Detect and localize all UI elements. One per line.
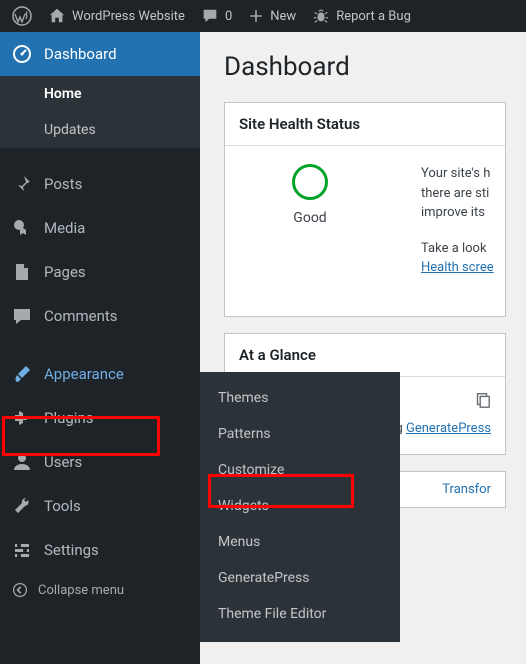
wp-logo[interactable] (4, 0, 40, 32)
flyout-themes[interactable]: Themes (200, 380, 400, 416)
media-icon (12, 218, 32, 238)
health-circle-icon (292, 164, 328, 200)
health-text: Your site's h there are sti improve its … (421, 164, 494, 294)
menu-label: Tools (44, 497, 81, 515)
theme-link[interactable]: GeneratePress (406, 421, 491, 436)
menu-label: Appearance (44, 365, 124, 383)
site-health-panel: Site Health Status Good Your site's h th… (224, 102, 506, 317)
report-label: Report a Bug (336, 9, 411, 24)
wrench-icon (12, 496, 32, 516)
panel-title: Site Health Status (225, 103, 505, 146)
flyout-theme-file-editor[interactable]: Theme File Editor (200, 596, 400, 632)
flyout-generatepress[interactable]: GeneratePress (200, 560, 400, 596)
menu-label: Pages (44, 263, 86, 281)
menu-label: Users (44, 453, 82, 471)
menu-label: Settings (44, 541, 99, 559)
menu-label: Dashboard (44, 45, 117, 63)
page-title: Dashboard (224, 52, 506, 82)
menu-comments[interactable]: Comments (0, 294, 200, 338)
collapse-icon (12, 582, 28, 598)
settings-icon (12, 540, 32, 560)
collapse-menu[interactable]: Collapse menu (0, 572, 200, 608)
dashboard-icon (12, 44, 32, 64)
new-content[interactable]: New (240, 0, 304, 32)
submenu-home[interactable]: Home (0, 76, 200, 112)
activity-link[interactable]: Transfor (442, 482, 491, 497)
new-label: New (270, 9, 296, 24)
pin-icon (12, 174, 32, 194)
page-icon (12, 262, 32, 282)
menu-pages[interactable]: Pages (0, 250, 200, 294)
appearance-flyout: Themes Patterns Customize Widgets Menus … (200, 372, 400, 642)
health-status: Good (235, 210, 385, 226)
menu-media[interactable]: Media (0, 206, 200, 250)
admin-bar: WordPress Website 0 New Report a Bug (0, 0, 526, 32)
menu-users[interactable]: Users (0, 440, 200, 484)
menu-label: Plugins (44, 409, 93, 427)
copy-icon (473, 391, 491, 409)
admin-sidebar: Dashboard Home Updates Posts Media Pages… (0, 32, 200, 664)
plus-icon (248, 8, 264, 24)
submenu-updates[interactable]: Updates (0, 112, 200, 148)
flyout-widgets[interactable]: Widgets (200, 488, 400, 524)
plugin-icon (12, 408, 32, 428)
flyout-patterns[interactable]: Patterns (200, 416, 400, 452)
bug-icon (312, 7, 330, 25)
dashboard-submenu: Home Updates (0, 76, 200, 148)
menu-dashboard[interactable]: Dashboard (0, 32, 200, 76)
user-icon (12, 452, 32, 472)
wordpress-icon (12, 6, 32, 26)
menu-settings[interactable]: Settings (0, 528, 200, 572)
menu-label: Media (44, 219, 85, 237)
menu-appearance[interactable]: Appearance (0, 352, 200, 396)
comments-count: 0 (225, 9, 232, 24)
health-screen-link[interactable]: Health scree (421, 260, 494, 275)
comments-link[interactable]: 0 (193, 0, 240, 32)
health-indicator: Good (235, 164, 385, 226)
flyout-menus[interactable]: Menus (200, 524, 400, 560)
collapse-label: Collapse menu (38, 583, 124, 598)
menu-label: Comments (44, 307, 118, 325)
home-icon (48, 7, 66, 25)
comment-icon (12, 306, 32, 326)
site-home[interactable]: WordPress Website (40, 0, 193, 32)
menu-plugins[interactable]: Plugins (0, 396, 200, 440)
comment-icon (201, 7, 219, 25)
flyout-customize[interactable]: Customize (200, 452, 400, 488)
menu-tools[interactable]: Tools (0, 484, 200, 528)
menu-posts[interactable]: Posts (0, 162, 200, 206)
panel-title: At a Glance (225, 334, 505, 377)
report-bug[interactable]: Report a Bug (304, 0, 419, 32)
site-name: WordPress Website (72, 9, 185, 24)
brush-icon (12, 364, 32, 384)
menu-label: Posts (44, 175, 82, 193)
